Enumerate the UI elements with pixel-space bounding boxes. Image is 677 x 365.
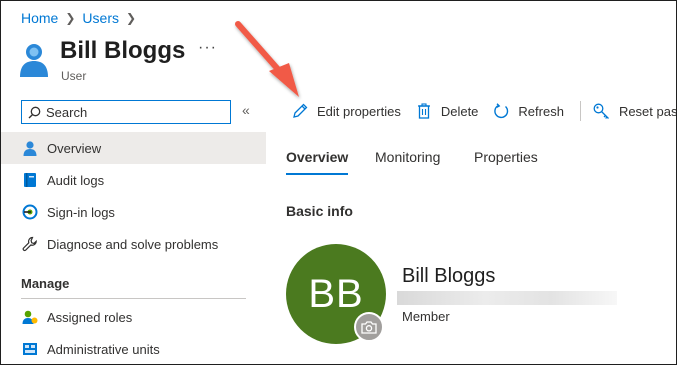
- delete-button[interactable]: Delete: [415, 102, 479, 120]
- roles-icon: [21, 308, 39, 326]
- breadcrumb-users-link[interactable]: Users: [82, 10, 119, 26]
- key-icon: [593, 102, 611, 120]
- user-icon: [21, 139, 39, 157]
- toolbar-divider: [579, 101, 581, 121]
- camera-icon[interactable]: [354, 312, 384, 342]
- refresh-icon: [492, 102, 510, 120]
- delete-label: Delete: [440, 103, 479, 119]
- more-options-icon[interactable]: ···: [198, 39, 217, 57]
- sign-in-icon: [21, 203, 39, 221]
- breadcrumb: Home ❯ Users ❯: [21, 10, 143, 26]
- search-icon: [28, 106, 41, 119]
- sidebar-item-label: Administrative units: [47, 341, 160, 357]
- breadcrumb-separator-icon: ❯: [65, 11, 76, 25]
- divider: [21, 298, 246, 299]
- sidebar-item-diagnose[interactable]: Diagnose and solve problems: [1, 228, 266, 260]
- sidebar-item-label: Diagnose and solve problems: [47, 236, 219, 252]
- admin-units-icon: [21, 340, 39, 358]
- profile-display-name: Bill Bloggs: [402, 265, 496, 287]
- reset-password-button[interactable]: Reset pas: [593, 102, 677, 120]
- reset-password-label: Reset pas: [618, 103, 677, 119]
- profile-user-type: Member: [402, 309, 450, 324]
- sidebar-item-label: Assigned roles: [47, 309, 133, 325]
- trash-icon: [415, 102, 433, 120]
- tab-overview[interactable]: Overview: [286, 149, 348, 165]
- page-subtitle: User: [61, 69, 87, 83]
- window-frame: Home ❯ Users ❯ Bill Bloggs ··· User « Ov…: [0, 0, 677, 365]
- refresh-button[interactable]: Refresh: [492, 102, 564, 120]
- redacted-text: [397, 291, 617, 305]
- search-box[interactable]: [21, 100, 231, 124]
- command-bar: Edit properties Delete Refresh Reset pas: [291, 99, 677, 123]
- sidebar-item-assigned-roles[interactable]: Assigned roles: [1, 301, 266, 333]
- annotation-arrow-icon: [235, 21, 299, 97]
- tab-monitoring[interactable]: Monitoring: [375, 149, 440, 165]
- sidebar-item-label: Audit logs: [47, 172, 105, 188]
- section-heading-basic-info: Basic info: [286, 203, 353, 219]
- active-tab-indicator: [286, 173, 348, 175]
- sidebar-item-sign-in-logs[interactable]: Sign-in logs: [1, 196, 266, 228]
- wrench-icon: [21, 235, 39, 253]
- search-input[interactable]: [46, 104, 216, 120]
- sidebar-item-label: Sign-in logs: [47, 204, 115, 220]
- section-heading-manage: Manage: [21, 276, 70, 291]
- breadcrumb-separator-icon: ❯: [125, 11, 137, 25]
- book-icon: [21, 171, 39, 189]
- page-title: Bill Bloggs: [60, 37, 186, 64]
- sidebar-item-label: Overview: [47, 140, 102, 156]
- sidebar-item-overview[interactable]: Overview: [1, 132, 266, 164]
- breadcrumb-home-link[interactable]: Home: [21, 10, 58, 26]
- refresh-label: Refresh: [518, 103, 564, 119]
- tab-properties[interactable]: Properties: [474, 149, 538, 165]
- user-icon: [20, 44, 48, 77]
- sidebar-item-administrative-units[interactable]: Administrative units: [1, 333, 266, 364]
- avatar-initials: BB: [308, 271, 364, 316]
- sidebar-item-audit-logs[interactable]: Audit logs: [1, 164, 266, 196]
